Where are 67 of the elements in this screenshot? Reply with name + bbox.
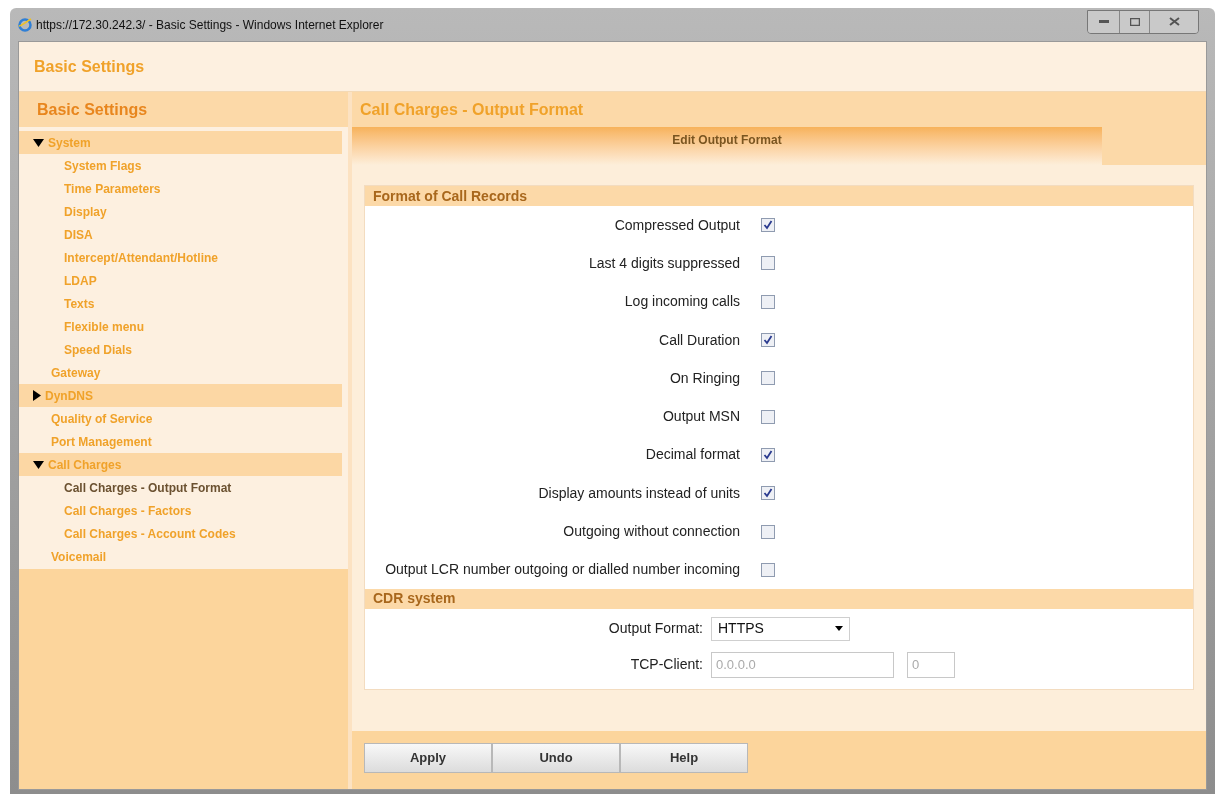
checkbox[interactable] xyxy=(761,486,775,501)
check-icon xyxy=(763,488,773,499)
tree-link[interactable]: Port Management xyxy=(19,430,342,453)
expanded-triangle-icon xyxy=(33,138,44,147)
option-label: On Ringing xyxy=(668,368,741,388)
check-icon xyxy=(763,335,773,346)
tree-link[interactable]: Display xyxy=(19,200,342,223)
action-button[interactable]: Apply xyxy=(364,743,492,773)
tree-link[interactable]: Time Parameters xyxy=(19,177,342,200)
option-label: Log incoming calls xyxy=(623,292,741,312)
maximize-icon xyxy=(1129,17,1140,26)
checkbox[interactable] xyxy=(761,256,775,271)
tree-group[interactable]: System xyxy=(19,131,342,154)
tree-link[interactable]: Speed Dials xyxy=(19,338,342,361)
checkbox[interactable] xyxy=(761,294,775,309)
checkbox[interactable] xyxy=(761,562,775,577)
option-label: Outgoing without connection xyxy=(562,522,741,541)
minimize-icon xyxy=(1098,20,1109,23)
check-icon xyxy=(763,220,773,231)
sidebar-title: Basic Settings xyxy=(37,99,148,120)
page-title: Basic Settings xyxy=(34,56,145,77)
output-format-dropdown[interactable]: HTTPS xyxy=(711,616,850,641)
tree-link[interactable]: Voicemail xyxy=(19,545,342,568)
field-label: TCP-Client: xyxy=(629,655,704,675)
tree-group[interactable]: Call Charges xyxy=(19,453,342,476)
checkbox[interactable] xyxy=(761,447,775,462)
tree-link[interactable]: Texts xyxy=(19,292,342,315)
option-label: Display amounts instead of units xyxy=(537,483,741,503)
checkbox[interactable] xyxy=(761,218,775,233)
option-label: Call Duration xyxy=(658,330,741,350)
tree-link[interactable]: Flexible menu xyxy=(19,315,342,338)
option-label: Output MSN xyxy=(661,407,741,427)
action-button[interactable]: Help xyxy=(620,743,748,773)
tree-link[interactable]: Gateway xyxy=(19,361,342,384)
minimize-button[interactable] xyxy=(1088,10,1120,33)
checkbox[interactable] xyxy=(761,524,775,539)
tree-link[interactable]: Call Charges - Account Codes xyxy=(19,522,342,545)
tree-link[interactable]: LDAP xyxy=(19,269,342,292)
section-title: Format of Call Records xyxy=(373,186,528,206)
check-icon xyxy=(763,449,773,460)
window-title: https://172.30.242.3/ - Basic Settings - Windows Internet Explorer xyxy=(36,16,384,34)
checkbox[interactable] xyxy=(761,409,775,424)
tab[interactable]: Edit Output Format xyxy=(352,127,1102,165)
browser-logo-icon xyxy=(18,17,32,32)
tree-link[interactable]: DISA xyxy=(19,223,342,246)
tree-link[interactable]: Call Charges - Factors xyxy=(19,499,342,522)
option-label: Last 4 digits suppressed xyxy=(588,253,741,273)
dropdown-caret-icon xyxy=(835,626,843,632)
tree-link[interactable]: Intercept/Attendant/Hotline xyxy=(19,246,342,269)
option-label: Decimal format xyxy=(644,445,741,465)
close-button[interactable] xyxy=(1150,10,1198,33)
action-button[interactable]: Undo xyxy=(492,743,620,773)
close-icon xyxy=(1168,17,1180,26)
field-label: Output Format: xyxy=(607,619,704,639)
maximize-button[interactable] xyxy=(1120,10,1150,33)
checkbox[interactable] xyxy=(761,333,775,348)
expanded-triangle-icon xyxy=(33,460,44,469)
tree-link[interactable]: Call Charges - Output Format xyxy=(19,476,342,499)
option-label: Output LCR number outgoing or dialled number incoming xyxy=(384,560,741,580)
checkbox[interactable] xyxy=(761,371,775,386)
section-title: CDR system xyxy=(373,589,456,609)
option-label: Compressed Output xyxy=(613,215,741,235)
tree-link[interactable]: Quality of Service xyxy=(19,407,342,430)
tree-link[interactable]: System Flags xyxy=(19,154,342,177)
content-title: Call Charges - Output Format xyxy=(360,99,584,120)
tree-group[interactable]: DynDNS xyxy=(19,384,342,407)
collapsed-triangle-icon xyxy=(33,390,41,401)
